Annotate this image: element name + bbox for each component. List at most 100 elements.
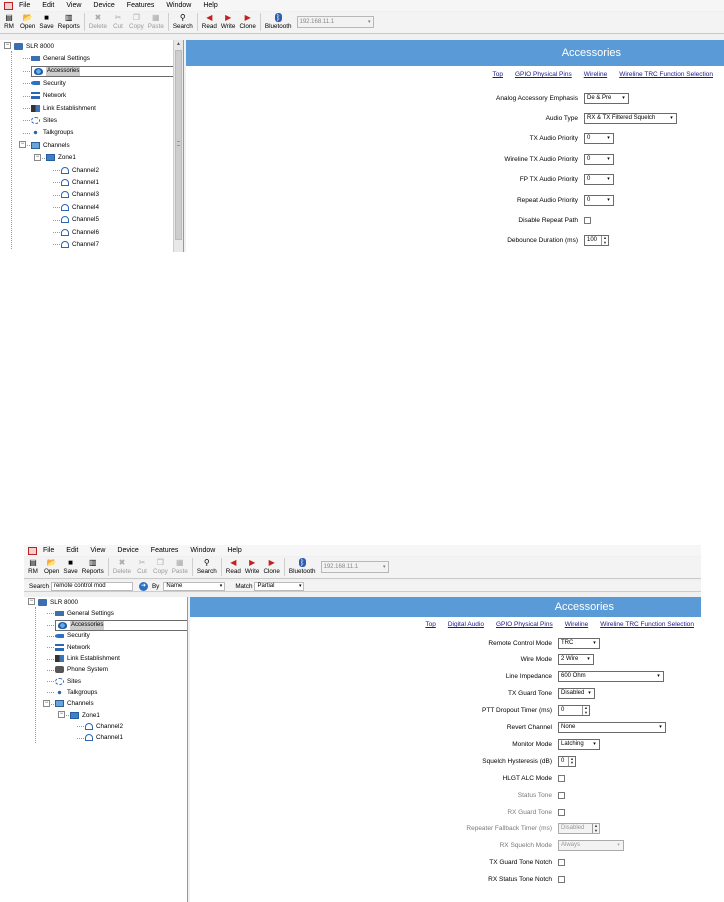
collapse-toggle-icon[interactable]: − xyxy=(34,153,41,161)
search-input[interactable]: remote control mod xyxy=(50,581,133,591)
ptt-dropout-timer-ms-spinner[interactable]: 0 ▲ ▼ xyxy=(558,705,590,717)
tree-node-channel6[interactable]: Channel6 xyxy=(61,227,99,237)
bluetooth-button[interactable]: ᛒ Bluetooth xyxy=(263,12,294,30)
scroll-thumb[interactable] xyxy=(175,50,182,240)
tree-node-channel3[interactable]: Channel3 xyxy=(61,190,99,200)
menu-edit[interactable]: Edit xyxy=(66,547,78,554)
tx-guard-tone-select[interactable]: Disabled ▾ xyxy=(558,688,595,700)
rx-squelch-mode-select[interactable]: Always ▾ xyxy=(558,840,624,852)
read-button[interactable]: ◀ Read xyxy=(224,557,243,575)
analog-accessory-emphasis-select[interactable]: De & Pre ▾ xyxy=(584,92,629,104)
status-tone-checkbox[interactable] xyxy=(558,791,565,799)
tree-node-general-settings[interactable]: General Settings xyxy=(31,53,90,63)
rm-button[interactable]: ▤ RM xyxy=(24,557,42,575)
tree-node-channel5[interactable]: Channel5 xyxy=(61,215,99,225)
tx-audio-priority-select[interactable]: 0 ▾ xyxy=(584,133,614,145)
tree-node-slr-8000[interactable]: SLR 8000 xyxy=(38,597,78,607)
device-address-select[interactable]: 192.168.11.1 ▾ xyxy=(320,561,389,573)
tree-node-zone1[interactable]: Zone1 xyxy=(46,153,76,163)
search-go-button[interactable]: ➜ xyxy=(138,581,148,591)
wire-mode-select[interactable]: 2 Wire ▾ xyxy=(558,654,594,666)
spinner-arrows-icon[interactable]: ▲ ▼ xyxy=(601,236,608,246)
line-impedance-select[interactable]: 600 Ohm ▾ xyxy=(558,671,664,683)
tree-node-slr-8000[interactable]: SLR 8000 xyxy=(14,41,54,51)
tree-node-general-settings[interactable]: General Settings xyxy=(55,608,114,618)
repeat-audio-priority-select[interactable]: 0 ▾ xyxy=(584,194,614,206)
squelch-hysteresis-db-spinner[interactable]: 0 ▲ ▼ xyxy=(558,755,576,767)
tree-node-channel4[interactable]: Channel4 xyxy=(61,202,99,212)
open-button[interactable]: 📂 Open xyxy=(42,557,61,575)
tx-guard-tone-notch-checkbox[interactable] xyxy=(558,859,565,867)
menu-window[interactable]: Window xyxy=(190,547,215,554)
tree-node-channels[interactable]: Channels xyxy=(55,699,94,709)
menu-view[interactable]: View xyxy=(66,2,81,9)
write-button[interactable]: ▶ Write xyxy=(243,557,262,575)
menu-file[interactable]: File xyxy=(19,2,30,9)
delete-button[interactable]: ✖ Delete xyxy=(111,557,133,575)
save-button[interactable]: ■ Save xyxy=(37,12,55,30)
link-gpio-physical-pins[interactable]: GPIO Physical Pins xyxy=(496,621,553,628)
tree-node-accessories[interactable]: Accessories xyxy=(55,619,187,631)
scroll-up-icon[interactable]: ▲ xyxy=(174,40,183,48)
rm-button[interactable]: ▤ RM xyxy=(0,12,18,30)
disable-repeat-path-checkbox[interactable] xyxy=(584,216,591,224)
monitor-mode-select[interactable]: Latching ▾ xyxy=(558,738,600,750)
tree-node-phone-system[interactable]: Phone System xyxy=(55,665,108,675)
menu-device[interactable]: Device xyxy=(117,547,138,554)
search-by-select[interactable]: Name ▾ xyxy=(163,581,226,591)
clone-button[interactable]: ▶ Clone xyxy=(237,12,257,30)
tree-node-link-establishment[interactable]: Link Establishment xyxy=(55,654,120,664)
revert-channel-select[interactable]: None ▾ xyxy=(558,722,666,733)
tree-node-talkgroups[interactable]: Talkgroups xyxy=(31,128,73,138)
tree-node-channel1[interactable]: Channel1 xyxy=(85,733,123,743)
tree-node-security[interactable]: Security xyxy=(31,78,66,88)
tree-node-talkgroups[interactable]: Talkgroups xyxy=(55,687,97,697)
menu-window[interactable]: Window xyxy=(166,2,191,9)
rx-guard-tone-checkbox[interactable] xyxy=(558,808,565,816)
menu-features[interactable]: Features xyxy=(127,2,155,9)
search-button[interactable]: ⚲ Search xyxy=(171,12,195,30)
clone-button[interactable]: ▶ Clone xyxy=(261,557,281,575)
link-wireline[interactable]: Wireline xyxy=(584,71,607,78)
tree-node-accessories[interactable]: Accessories xyxy=(31,65,183,77)
copy-button[interactable]: ❐ Copy xyxy=(127,12,146,30)
tree-node-security[interactable]: Security xyxy=(55,631,90,641)
tree-node-channel1[interactable]: Channel1 xyxy=(61,177,99,187)
collapse-toggle-icon[interactable]: − xyxy=(58,711,65,718)
tree-node-sites[interactable]: Sites xyxy=(31,115,57,125)
open-button[interactable]: 📂 Open xyxy=(18,12,37,30)
read-button[interactable]: ◀ Read xyxy=(200,12,219,30)
menu-help[interactable]: Help xyxy=(227,547,241,554)
search-match-select[interactable]: Partial ▾ xyxy=(254,581,305,591)
hlgt-alc-mode-checkbox[interactable] xyxy=(558,774,565,782)
tree-node-channel2[interactable]: Channel2 xyxy=(85,721,123,731)
tree-node-channel7[interactable]: Channel7 xyxy=(61,239,99,249)
device-address-select[interactable]: 192.168.11.1 ▾ xyxy=(296,16,374,28)
menu-file[interactable]: File xyxy=(43,547,54,554)
rx-status-tone-notch-checkbox[interactable] xyxy=(558,876,565,884)
write-button[interactable]: ▶ Write xyxy=(219,12,238,30)
tree-node-network[interactable]: Network xyxy=(55,642,90,652)
save-button[interactable]: ■ Save xyxy=(61,557,79,575)
menu-features[interactable]: Features xyxy=(151,547,179,554)
reports-button[interactable]: ▥ Reports xyxy=(80,557,106,575)
menu-view[interactable]: View xyxy=(90,547,105,554)
reports-button[interactable]: ▥ Reports xyxy=(56,12,82,30)
copy-button[interactable]: ❐ Copy xyxy=(151,557,170,575)
collapse-toggle-icon[interactable]: − xyxy=(43,699,50,707)
collapse-toggle-icon[interactable]: − xyxy=(19,141,26,149)
fp-tx-audio-priority-select[interactable]: 0 ▾ xyxy=(584,174,614,186)
delete-button[interactable]: ✖ Delete xyxy=(87,12,109,30)
spinner-arrows-icon[interactable]: ▲ ▼ xyxy=(592,824,599,834)
link-digital-audio[interactable]: Digital Audio xyxy=(448,621,484,628)
debounce-duration-ms-spinner[interactable]: 100 ▲ ▼ xyxy=(584,235,609,247)
link-gpio-physical-pins[interactable]: GPIO Physical Pins xyxy=(515,71,572,78)
remote-control-mode-select[interactable]: TRC ▾ xyxy=(558,637,600,649)
tree-node-zone1[interactable]: Zone1 xyxy=(70,710,100,720)
bluetooth-button[interactable]: ᛒ Bluetooth xyxy=(287,557,318,575)
repeater-fallback-timer-ms-spinner[interactable]: Disabled ▲ ▼ xyxy=(558,823,600,835)
audio-type-select[interactable]: RX & TX Filtered Squelch ▾ xyxy=(584,112,677,124)
link-top[interactable]: Top xyxy=(425,621,435,628)
menu-edit[interactable]: Edit xyxy=(42,2,54,9)
paste-button[interactable]: ▦ Paste xyxy=(170,557,190,575)
